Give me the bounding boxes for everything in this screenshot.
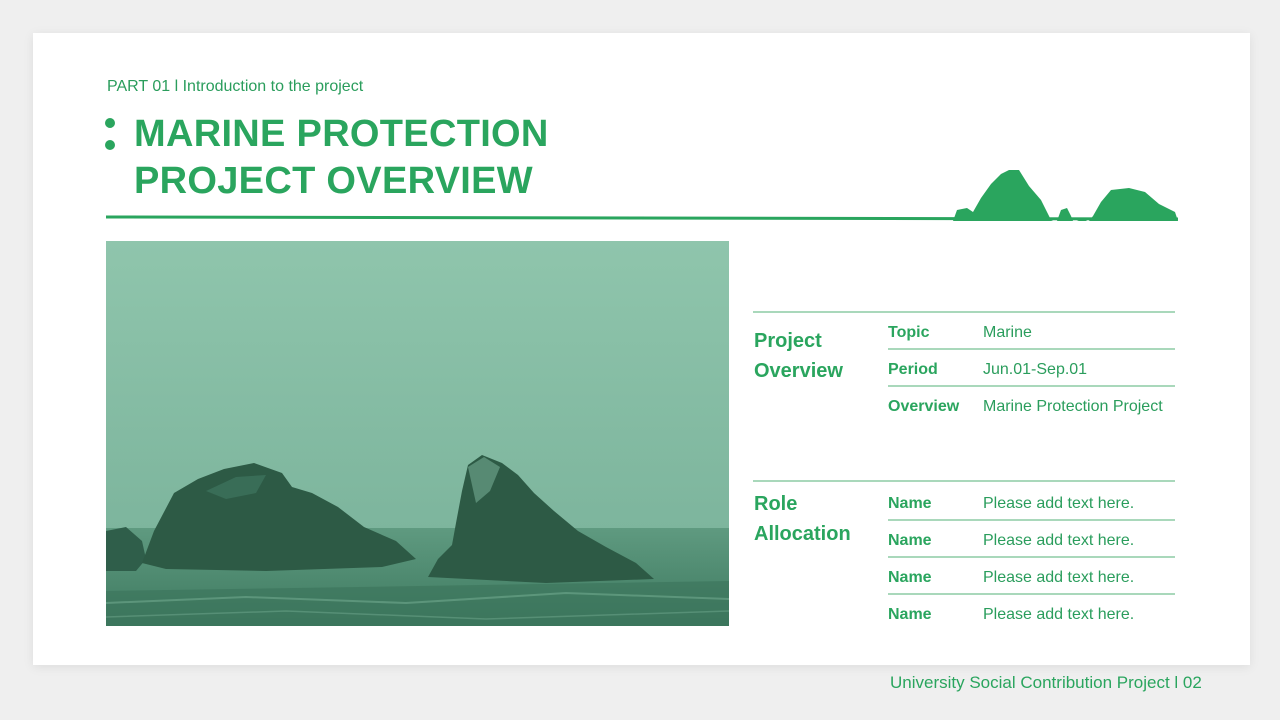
page-title-line-2: PROJECT OVERVIEW	[134, 160, 533, 202]
overview-row-topic: Topic Marine	[888, 314, 1175, 350]
row-value: Marine Protection Project	[983, 398, 1163, 415]
overview-row-period: Period Jun.01-Sep.01	[888, 351, 1175, 387]
row-value: Please add text here.	[983, 606, 1135, 623]
project-overview-top-rule	[753, 311, 1175, 313]
row-value: Please add text here.	[983, 569, 1135, 586]
page-title-line-1: MARINE PROTECTION	[134, 113, 549, 155]
page-title: MARINE PROTECTION PROJECT OVERVIEW	[134, 111, 549, 205]
row-divider	[888, 348, 1175, 350]
row-key: Name	[888, 495, 932, 512]
row-key: Name	[888, 606, 932, 623]
row-value: Marine	[983, 324, 1032, 341]
row-key: Overview	[888, 398, 960, 415]
role-row: Name Please add text here.	[888, 522, 1175, 558]
sea-rocks-photo	[106, 241, 729, 626]
row-divider	[888, 556, 1175, 558]
row-value: Please add text here.	[983, 532, 1135, 549]
slide: PART 01 l Introduction to the project MA…	[33, 33, 1250, 665]
role-row: Name Please add text here.	[888, 559, 1175, 595]
title-dots-icon	[105, 118, 115, 152]
row-divider	[888, 593, 1175, 595]
row-divider	[888, 519, 1175, 521]
role-allocation-top-rule	[753, 480, 1175, 482]
row-key: Name	[888, 532, 932, 549]
row-key: Topic	[888, 324, 930, 341]
part-label: PART 01 l Introduction to the project	[107, 78, 364, 95]
role-row: Name Please add text here.	[888, 485, 1175, 521]
role-allocation-heading: Role Allocation	[754, 493, 851, 545]
footer-text: University Social Contribution Project l…	[890, 673, 1202, 692]
row-value: Jun.01-Sep.01	[983, 361, 1088, 378]
row-key: Period	[888, 361, 938, 378]
row-value: Please add text here.	[983, 495, 1135, 512]
row-divider	[888, 385, 1175, 387]
role-row: Name Please add text here.	[888, 596, 1175, 632]
rock-islands-icon	[953, 170, 1178, 221]
row-key: Name	[888, 569, 932, 586]
overview-row-overview: Overview Marine Protection Project	[888, 388, 1175, 424]
project-overview-heading: Project Overview	[754, 330, 843, 382]
